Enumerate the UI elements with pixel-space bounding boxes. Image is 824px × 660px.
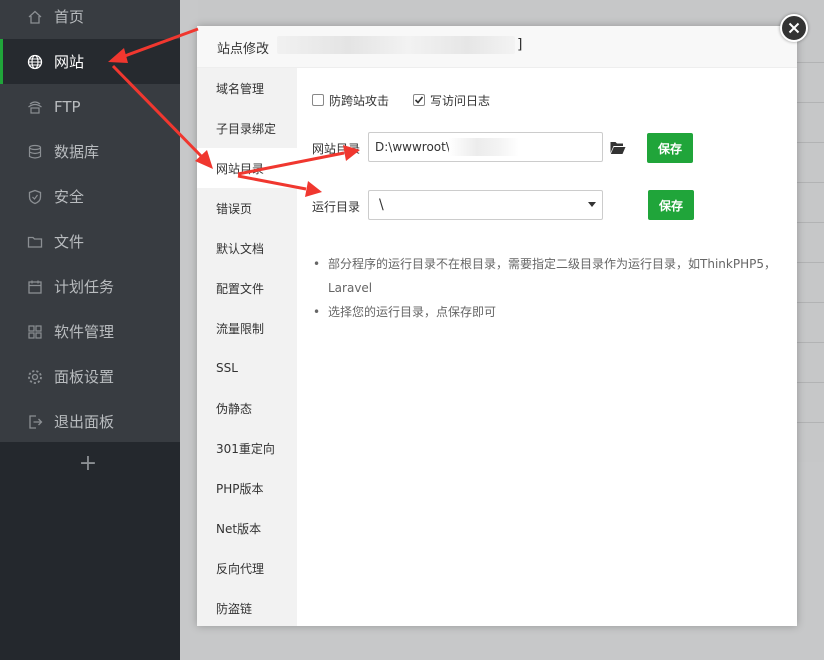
dialog-content: 防跨站攻击 写访问日志 网站目录 D:\wwwroot\ 保存 运行目录 \ 保… (297, 68, 797, 626)
table-row-divider (797, 302, 824, 303)
table-row-divider (797, 142, 824, 143)
table-row-divider (797, 422, 824, 423)
menu-item-hotlink-protection[interactable]: 防盗链 (197, 588, 297, 628)
chevron-down-icon (588, 202, 596, 207)
add-button[interactable]: + (78, 452, 98, 476)
menu-item-subdir-binding[interactable]: 子目录绑定 (197, 108, 297, 148)
sidebar-item-label: 数据库 (54, 143, 100, 161)
run-directory-select[interactable]: \ (368, 190, 603, 220)
dialog-side-menu: 域名管理 子目录绑定 网站目录 错误页 默认文档 配置文件 流量限制 SSL 伪… (197, 68, 297, 626)
tip-item: 部分程序的运行目录不在根目录，需要指定二级目录作为运行目录，如ThinkPHP5… (312, 252, 792, 300)
sidebar-item-database[interactable]: 数据库 (0, 129, 180, 174)
menu-item-domain[interactable]: 域名管理 (197, 68, 297, 108)
menu-item-php-version[interactable]: PHP版本 (197, 468, 297, 508)
folder-open-icon[interactable] (610, 140, 626, 154)
site-modify-dialog: 站点修改 ] 域名管理 子目录绑定 网站目录 错误页 默认文档 配置文件 流量限… (197, 14, 808, 626)
tip-item: 选择您的运行目录，点保存即可 (312, 300, 792, 324)
menu-item-net-version[interactable]: Net版本 (197, 508, 297, 548)
sidebar-item-label: 面板设置 (54, 368, 115, 386)
menu-item-site-directory[interactable]: 网站目录 (197, 148, 297, 188)
sidebar-item-label: 计划任务 (54, 278, 115, 296)
menu-item-rewrite[interactable]: 伪静态 (197, 388, 297, 428)
tips-list: 部分程序的运行目录不在根目录，需要指定二级目录作为运行目录，如ThinkPHP5… (312, 252, 792, 324)
save-run-directory-button[interactable]: 保存 (648, 190, 694, 220)
checkbox-row: 防跨站攻击 写访问日志 (312, 92, 514, 108)
menu-item-default-doc[interactable]: 默认文档 (197, 228, 297, 268)
grid-icon (26, 323, 44, 341)
menu-item-redirect-301[interactable]: 301重定向 (197, 428, 297, 468)
sidebar-item-security[interactable]: 安全 (0, 174, 180, 219)
close-icon (788, 22, 800, 34)
run-directory-value: \ (379, 197, 384, 213)
anti-cross-site-checkbox[interactable] (312, 94, 324, 106)
sidebar-nav: 首页 网站 FTP 数据库 安全 文件 计划任务 软件管理 面板设置 退出面板 (0, 0, 180, 442)
sidebar-item-label: 软件管理 (54, 323, 115, 341)
save-site-directory-button[interactable]: 保存 (647, 133, 693, 163)
sidebar-item-settings[interactable]: 面板设置 (0, 354, 180, 399)
sidebar: 首页 网站 FTP 数据库 安全 文件 计划任务 软件管理 面板设置 退出面板 … (0, 0, 180, 660)
sidebar-item-website[interactable]: 网站 (0, 39, 180, 84)
access-log-label: 写访问日志 (430, 93, 491, 108)
sidebar-item-label: 网站 (54, 53, 85, 71)
sidebar-item-software[interactable]: 软件管理 (0, 309, 180, 354)
close-button[interactable] (780, 14, 808, 42)
table-row-divider (797, 382, 824, 383)
table-row-divider (797, 222, 824, 223)
check-icon (414, 96, 424, 104)
site-directory-label: 网站目录 (312, 142, 361, 156)
logout-icon (26, 413, 44, 431)
sidebar-item-logout[interactable]: 退出面板 (0, 399, 180, 444)
sidebar-item-cron[interactable]: 计划任务 (0, 264, 180, 309)
calendar-icon (26, 278, 44, 296)
sidebar-item-label: 安全 (54, 188, 85, 206)
folder-icon (26, 233, 44, 251)
menu-item-error-page[interactable]: 错误页 (197, 188, 297, 228)
table-row-divider (797, 342, 824, 343)
sidebar-item-ftp[interactable]: FTP (0, 84, 180, 129)
ftp-icon (26, 98, 44, 116)
table-row-divider (797, 262, 824, 263)
sidebar-item-label: 退出面板 (54, 413, 115, 431)
table-row-divider (797, 182, 824, 183)
redacted-path (449, 138, 519, 156)
dialog-title-bar: 站点修改 ] (197, 26, 797, 68)
home-icon (26, 8, 44, 26)
shield-icon (26, 188, 44, 206)
table-row-divider (797, 62, 824, 63)
run-directory-label: 运行目录 (312, 200, 361, 214)
database-icon (26, 143, 44, 161)
menu-item-config-file[interactable]: 配置文件 (197, 268, 297, 308)
dialog-title: 站点修改 (217, 42, 270, 57)
dialog-title-suffix: ] (517, 37, 523, 53)
menu-item-reverse-proxy[interactable]: 反向代理 (197, 548, 297, 588)
sidebar-item-label: FTP (54, 97, 81, 116)
menu-item-traffic-limit[interactable]: 流量限制 (197, 308, 297, 348)
table-row-divider (797, 102, 824, 103)
site-directory-input[interactable]: D:\wwwroot\ (368, 132, 603, 162)
anti-cross-site-label: 防跨站攻击 (329, 93, 390, 108)
sidebar-item-home[interactable]: 首页 (0, 0, 180, 39)
access-log-checkbox[interactable] (413, 94, 426, 106)
sidebar-item-files[interactable]: 文件 (0, 219, 180, 264)
sidebar-item-label: 首页 (54, 8, 85, 26)
redacted-site-name (277, 36, 515, 54)
menu-item-ssl[interactable]: SSL (197, 348, 297, 388)
site-directory-value: D:\wwwroot\ (375, 140, 450, 154)
gear-icon (26, 368, 44, 386)
globe-icon (26, 53, 44, 71)
sidebar-item-label: 文件 (54, 233, 85, 251)
